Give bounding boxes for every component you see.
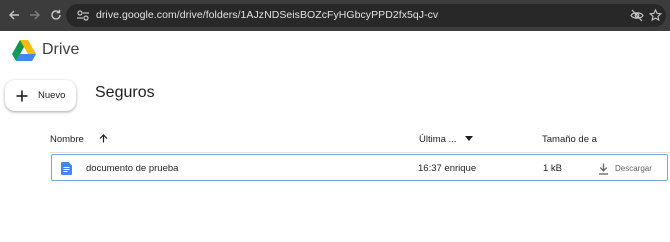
column-header-name-label: Nombre [50,134,84,145]
folder-title[interactable]: Seguros [95,84,155,102]
file-size: 1 kB [543,163,563,174]
column-header-modified[interactable]: Última ... [419,134,474,145]
column-header-size[interactable]: Tamaño de a [542,134,597,145]
table-row[interactable]: documento de prueba 16:37 enrique 1 kB D… [51,154,668,181]
new-button[interactable]: Nuevo [5,80,76,111]
file-modified: 16:37 enrique [418,163,477,174]
star-icon[interactable] [649,9,662,22]
column-header-modified-label: Última ... [419,134,457,145]
file-name[interactable]: documento de prueba [86,163,178,174]
app-title[interactable]: Drive [42,41,79,59]
drive-logo-icon[interactable] [12,39,36,61]
browser-toolbar: drive.google.com/drive/folders/1AJzNDSei… [0,0,670,31]
address-bar[interactable]: drive.google.com/drive/folders/1AJzNDSei… [66,4,666,27]
url-text[interactable]: drive.google.com/drive/folders/1AJzNDSei… [96,9,438,21]
site-settings-icon[interactable] [76,9,90,22]
eye-off-icon[interactable] [630,9,644,22]
new-button-label: Nuevo [38,90,66,101]
column-header-name[interactable]: Nombre [50,134,108,145]
header-divider [50,152,670,153]
google-docs-icon [61,162,72,175]
download-button[interactable]: Descargar [598,160,652,177]
plus-icon [16,90,28,101]
dropdown-caret-icon[interactable] [465,136,474,141]
back-icon[interactable] [6,7,22,23]
sort-arrow-up-icon[interactable] [99,134,108,143]
column-header-size-label: Tamaño de a [542,134,597,145]
download-icon [599,163,608,175]
forward-icon[interactable] [27,7,43,23]
reload-icon[interactable] [48,7,64,23]
download-label: Descargar [615,164,652,173]
